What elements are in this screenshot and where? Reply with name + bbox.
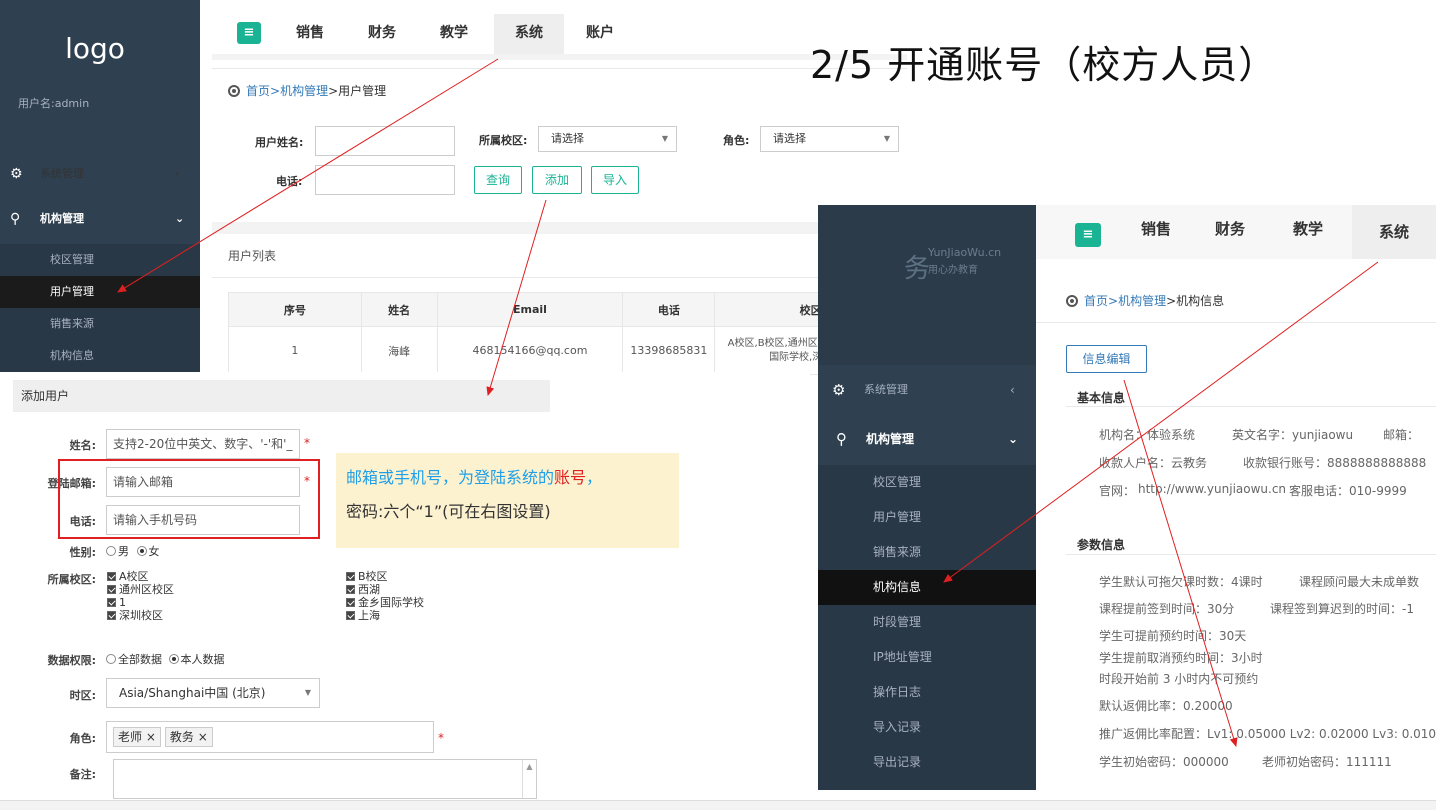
arrow-add-to-dialog bbox=[486, 199, 547, 396]
arrow-edit-to-password bbox=[1123, 379, 1238, 747]
arrow-system-to-users bbox=[117, 58, 499, 293]
arrow-system-to-orginfo bbox=[943, 261, 1379, 583]
annotation-arrows bbox=[117, 58, 1379, 747]
